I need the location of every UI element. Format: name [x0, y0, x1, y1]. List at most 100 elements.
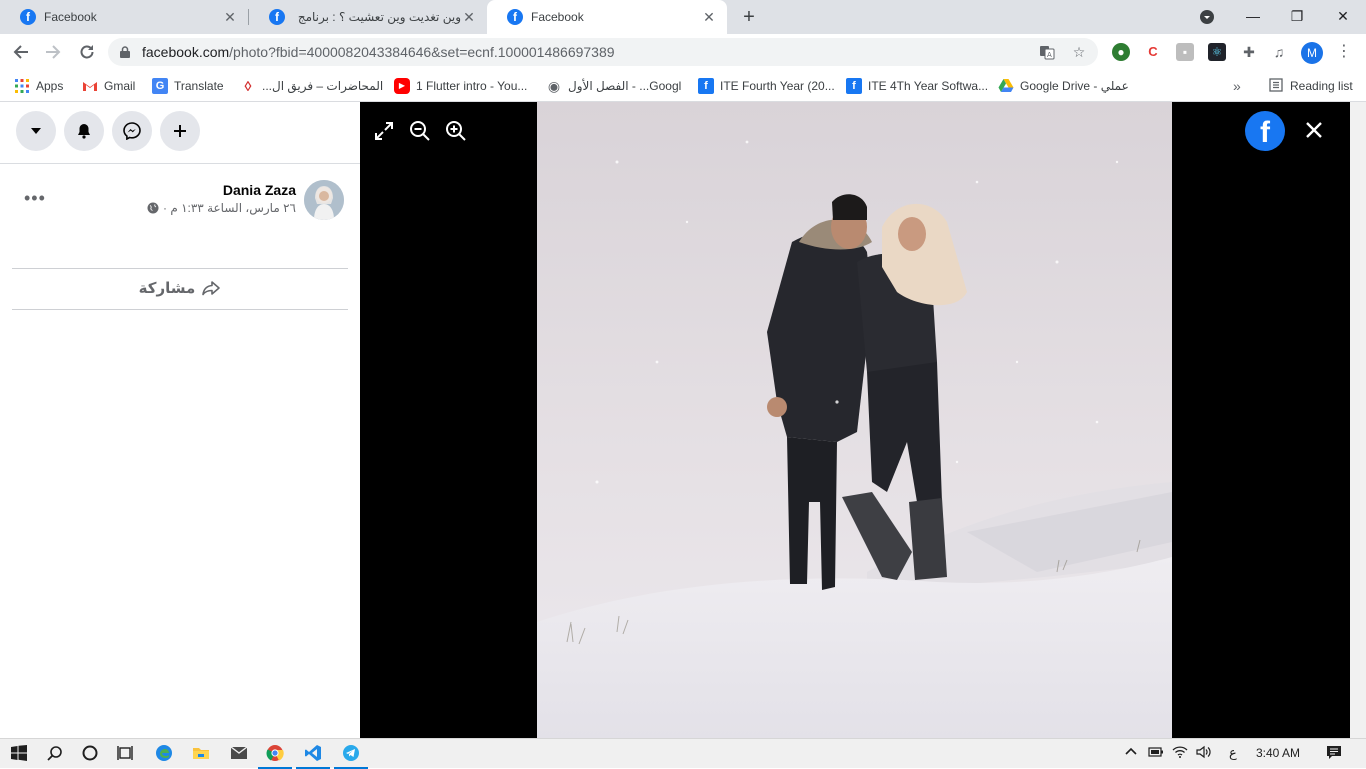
- bookmark-flutter[interactable]: ▶ 1 Flutter intro - You...: [394, 76, 527, 96]
- profile-avatar[interactable]: M: [1301, 42, 1323, 64]
- zoom-in-icon[interactable]: [444, 119, 468, 143]
- extension-react-icon[interactable]: ⚛: [1208, 43, 1226, 61]
- action-center-button[interactable]: [1326, 745, 1342, 763]
- share-arrow-icon: [202, 281, 221, 296]
- tab-strip: f Facebook ✕ f وين تغديت وين تعشيت ؟ : ب…: [0, 0, 1366, 34]
- bookmark-star-icon[interactable]: ☆: [1070, 43, 1088, 61]
- post-author-name[interactable]: Dania Zaza: [223, 182, 296, 198]
- bookmark-label: Apps: [36, 79, 64, 93]
- photo-image[interactable]: [537, 102, 1172, 738]
- tab-title: Facebook: [44, 10, 97, 24]
- search-button[interactable]: [44, 742, 66, 764]
- bookmark-google-chapter[interactable]: ◉ الفصل الأول - ...Googl: [546, 76, 681, 96]
- facebook-favicon-icon: f: [507, 9, 523, 25]
- chevron-down-icon: [1200, 10, 1214, 24]
- bookmark-label: Google Drive - عملي: [1020, 79, 1129, 93]
- chrome-menu-icon[interactable]: ⋮: [1336, 42, 1352, 62]
- media-control-icon[interactable]: ♫: [1270, 43, 1288, 61]
- tab-program[interactable]: f وين تغديت وين تعشيت ؟ : برنامج ✕: [249, 0, 487, 34]
- page-scrollbar[interactable]: [1350, 102, 1366, 738]
- tab-facebook-active[interactable]: f Facebook ✕: [487, 0, 727, 34]
- vscode-app[interactable]: [296, 742, 330, 769]
- bookmark-gmail[interactable]: Gmail: [82, 76, 135, 96]
- facebook-favicon-icon: f: [20, 9, 36, 25]
- create-button[interactable]: [160, 111, 200, 151]
- globe-icon: ◉: [547, 78, 561, 94]
- back-button[interactable]: [8, 39, 34, 65]
- extension-globe-icon[interactable]: ●: [1112, 43, 1130, 61]
- start-button[interactable]: [8, 742, 30, 764]
- bookmark-translate[interactable]: G Translate: [152, 76, 224, 96]
- reload-icon: [80, 45, 94, 59]
- extensions-puzzle-icon[interactable]: ✚: [1240, 43, 1258, 61]
- messenger-button[interactable]: [112, 111, 152, 151]
- fullscreen-expand-icon[interactable]: [372, 119, 396, 143]
- plus-icon: [174, 125, 186, 137]
- url-text[interactable]: facebook.com/photo?fbid=4000082043384646…: [142, 44, 615, 60]
- drop-icon: ◊: [244, 78, 252, 94]
- chrome-app[interactable]: [258, 742, 292, 769]
- reading-list-button[interactable]: Reading list: [1268, 76, 1353, 96]
- minimize-button[interactable]: —: [1230, 0, 1276, 34]
- facebook-logo-icon[interactable]: f: [1245, 111, 1285, 151]
- facebook-icon: f: [698, 78, 714, 94]
- tab-facebook-1[interactable]: f Facebook ✕: [0, 0, 248, 34]
- apps-grid-icon: [14, 78, 30, 94]
- account-menu-button[interactable]: [16, 111, 56, 151]
- post-options-button[interactable]: •••: [24, 188, 46, 209]
- address-bar[interactable]: facebook.com/photo?fbid=4000082043384646…: [108, 38, 1098, 66]
- bookmark-lectures[interactable]: ◊ المحاضرات – فريق ال...: [240, 76, 384, 96]
- notifications-button[interactable]: [64, 111, 104, 151]
- reading-list-label: Reading list: [1290, 79, 1353, 93]
- taskbar-clock[interactable]: 3:40 AM: [1256, 746, 1300, 760]
- bookmark-label: Gmail: [104, 79, 136, 93]
- zoom-out-icon[interactable]: [408, 119, 432, 143]
- telegram-app[interactable]: [334, 742, 368, 769]
- close-window-button[interactable]: ✕: [1320, 0, 1366, 34]
- mail-app[interactable]: [228, 742, 250, 764]
- lock-icon[interactable]: [120, 46, 130, 58]
- share-button[interactable]: مشاركة: [12, 270, 348, 306]
- battery-icon[interactable]: [1148, 745, 1164, 762]
- input-language-indicator[interactable]: ع: [1229, 745, 1237, 761]
- google-drive-icon: [998, 78, 1014, 94]
- volume-icon[interactable]: [1196, 745, 1212, 762]
- bookmark-google-drive[interactable]: Google Drive - عملي: [998, 76, 1129, 96]
- translate-page-icon[interactable]: A: [1038, 43, 1056, 61]
- bookmarks-overflow-button[interactable]: »: [1233, 78, 1241, 94]
- tab-search-button[interactable]: [1184, 0, 1230, 34]
- messenger-icon: [123, 122, 141, 141]
- tab-close-icon[interactable]: ✕: [222, 9, 238, 25]
- bookmark-ite-fourth-year[interactable]: f ITE Fourth Year (20...: [698, 76, 835, 96]
- windows-taskbar: ع 3:40 AM: [0, 738, 1366, 769]
- restore-button[interactable]: ❐: [1274, 0, 1320, 34]
- show-hidden-icons-button[interactable]: [1124, 745, 1138, 762]
- edge-icon: [156, 745, 172, 761]
- close-viewer-icon[interactable]: [1302, 118, 1326, 142]
- file-explorer-app[interactable]: [190, 742, 212, 764]
- bookmark-label: ITE Fourth Year (20...: [720, 79, 835, 93]
- edge-app[interactable]: [153, 742, 175, 764]
- forward-button[interactable]: [40, 39, 66, 65]
- bookmark-label: ITE 4Th Year Softwa...: [868, 79, 989, 93]
- public-globe-icon: [147, 202, 159, 214]
- facebook-favicon-icon: f: [269, 9, 285, 25]
- tab-close-icon[interactable]: ✕: [701, 9, 717, 25]
- new-tab-button[interactable]: +: [738, 6, 760, 28]
- search-icon: [47, 746, 62, 761]
- bookmark-ite-4th-software[interactable]: f ITE 4Th Year Softwa...: [846, 76, 988, 96]
- task-view-button[interactable]: [114, 742, 136, 764]
- extension-c-icon[interactable]: C: [1144, 43, 1162, 61]
- cortana-button[interactable]: [79, 742, 101, 764]
- extension-profile-icon[interactable]: ▪: [1176, 43, 1194, 61]
- post-timestamp[interactable]: ٢٦ مارس، الساعة ١:٣٣ م ·: [163, 201, 296, 215]
- share-label: مشاركة: [138, 280, 196, 297]
- tab-close-icon[interactable]: ✕: [461, 9, 477, 25]
- reload-button[interactable]: [74, 39, 100, 65]
- back-arrow-icon: [13, 45, 28, 59]
- tab-title: وين تغديت وين تعشيت ؟ : برنامج: [297, 10, 461, 24]
- wifi-icon[interactable]: [1172, 745, 1188, 762]
- bookmark-apps[interactable]: Apps: [14, 76, 63, 96]
- author-avatar[interactable]: [304, 180, 344, 220]
- cortana-circle-icon: [82, 745, 98, 761]
